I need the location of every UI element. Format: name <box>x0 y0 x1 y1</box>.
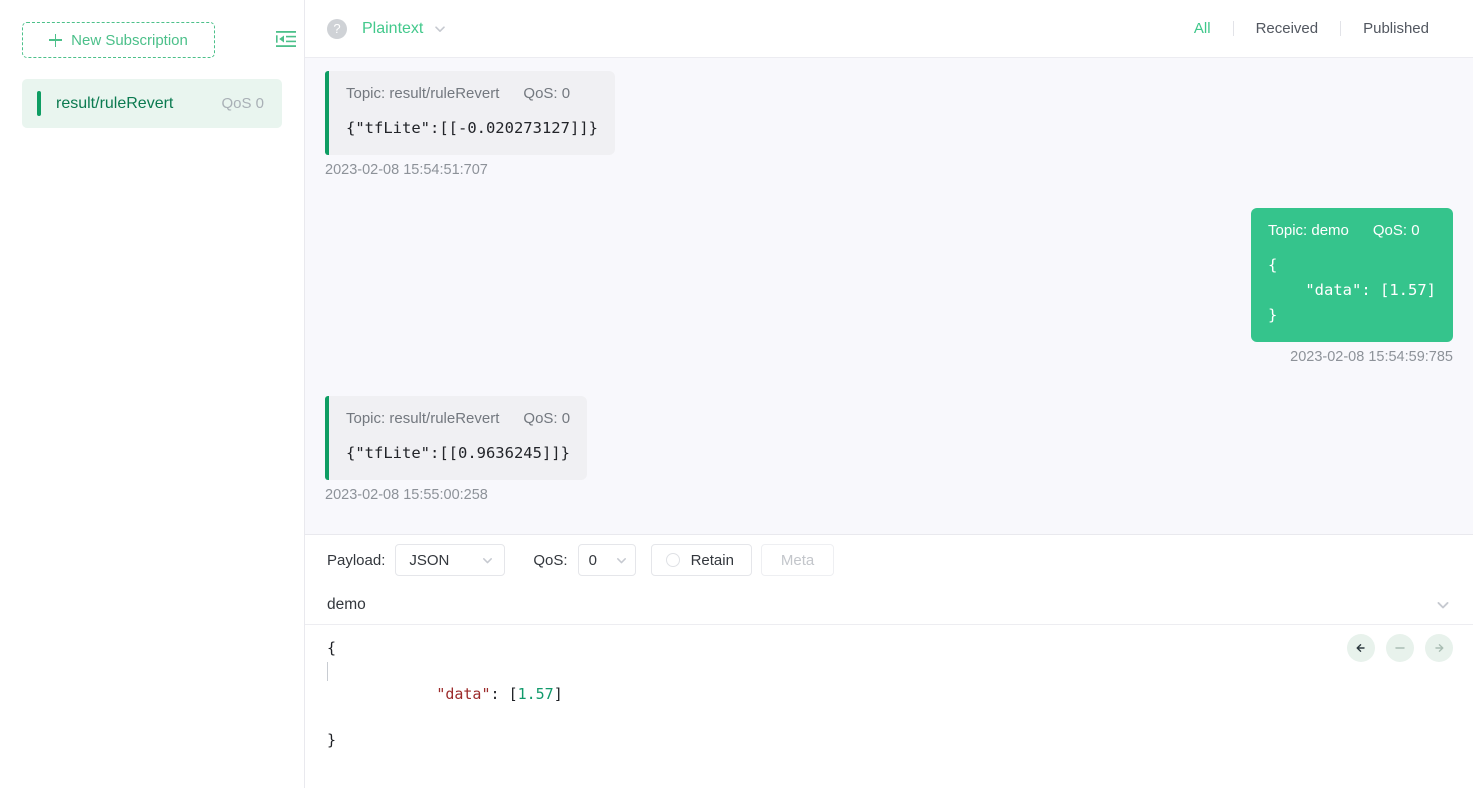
plus-icon <box>49 33 63 47</box>
chevron-down-icon <box>616 557 626 563</box>
message-toolbar: ? Plaintext All Received Published <box>305 0 1473 58</box>
message-payload: {"tfLite":[[-0.020273127]]} <box>346 119 598 137</box>
message-qos: QoS: 0 <box>1372 222 1420 239</box>
published-message-bubble[interactable]: Topic: demo QoS: 0 { "data": [1.57] } <box>1251 208 1453 342</box>
message-topic: Topic: result/ruleRevert <box>346 85 500 102</box>
retain-checkbox[interactable]: Retain <box>650 544 752 576</box>
message-header: Topic: demo QoS: 0 <box>1268 222 1436 239</box>
publish-toolbar: Payload: JSON QoS: 0 Retain Meta <box>305 535 1473 585</box>
code-number: 1.57 <box>517 685 554 703</box>
collapse-sidebar-icon[interactable] <box>275 28 297 50</box>
message-header: Topic: result/ruleRevert QoS: 0 <box>346 85 598 102</box>
publish-topic-row[interactable]: demo <box>305 585 1473 625</box>
publish-panel: Payload: JSON QoS: 0 Retain Meta demo {… <box>305 534 1473 788</box>
code-bracket-close: ] <box>553 685 563 703</box>
payload-type-label: Payload: <box>327 551 386 569</box>
qos-value: 0 <box>588 551 597 569</box>
publish-payload-editor[interactable]: { "data": [1.57] } <box>305 625 1473 788</box>
message-item: Topic: result/ruleRevert QoS: 0 {"tfLite… <box>325 396 1453 503</box>
subscription-qos: QoS 0 <box>221 95 264 112</box>
payload-type-select[interactable]: JSON <box>395 544 506 576</box>
message-list[interactable]: Topic: result/ruleRevert QoS: 0 {"tfLite… <box>305 58 1473 534</box>
editor-action-buttons <box>1347 634 1453 662</box>
qos-select[interactable]: 0 <box>577 544 636 576</box>
tab-all[interactable]: All <box>1172 20 1233 37</box>
tab-published[interactable]: Published <box>1341 20 1451 37</box>
code-bracket-open: [ <box>508 685 518 703</box>
main-area: ? Plaintext All Received Published Topic… <box>305 0 1473 788</box>
arrow-right-button[interactable] <box>1425 634 1453 662</box>
subscription-color-bar <box>37 91 41 116</box>
message-timestamp: 2023-02-08 15:54:59:785 <box>1290 349 1453 365</box>
chevron-down-icon <box>435 25 446 32</box>
code-brace-open: { <box>327 639 337 657</box>
code-line: { <box>327 637 1451 660</box>
message-payload: {"tfLite":[[0.9636245]]} <box>346 444 570 462</box>
message-qos: QoS: 0 <box>523 410 571 427</box>
message-header: Topic: result/ruleRevert QoS: 0 <box>346 410 570 427</box>
message-qos: QoS: 0 <box>523 85 571 102</box>
message-topic: Topic: demo <box>1268 222 1349 239</box>
minus-button <box>1386 634 1414 662</box>
payload-format-selector[interactable]: Plaintext <box>362 20 447 38</box>
message-filter-tabs: All Received Published <box>1172 20 1451 37</box>
new-subscription-label: New Subscription <box>71 31 188 49</box>
subscriptions-sidebar: New Subscription result/ruleRevert QoS 0 <box>0 0 305 788</box>
publish-topic-input[interactable]: demo <box>327 596 1435 614</box>
code-line: "data": [1.57] <box>327 660 1451 729</box>
received-message-bubble[interactable]: Topic: result/ruleRevert QoS: 0 {"tfLite… <box>325 396 588 480</box>
arrow-left-icon <box>1356 644 1365 652</box>
message-timestamp: 2023-02-08 15:54:51:707 <box>325 162 488 178</box>
message-item: Topic: result/ruleRevert QoS: 0 {"tfLite… <box>325 71 1453 178</box>
code-colon: : <box>490 685 509 703</box>
tab-received[interactable]: Received <box>1234 20 1341 37</box>
message-timestamp: 2023-02-08 15:55:00:258 <box>325 487 488 503</box>
meta-button[interactable]: Meta <box>760 544 835 576</box>
message-item: Topic: demo QoS: 0 { "data": [1.57] } 20… <box>325 208 1453 365</box>
arrow-left-button[interactable] <box>1347 634 1375 662</box>
help-icon[interactable]: ? <box>327 18 347 39</box>
message-payload: { "data": [1.57] } <box>1268 256 1436 324</box>
payload-type-value: JSON <box>409 551 450 569</box>
arrow-right-icon <box>1435 644 1444 652</box>
qos-label: QoS: <box>533 551 568 569</box>
code-key: "data" <box>436 685 491 703</box>
minus-icon <box>1395 647 1405 649</box>
received-message-bubble[interactable]: Topic: result/ruleRevert QoS: 0 {"tfLite… <box>325 71 615 155</box>
sidebar-item-subscription[interactable]: result/ruleRevert QoS 0 <box>22 79 282 128</box>
chevron-down-icon[interactable] <box>1435 597 1451 613</box>
code-brace-close: } <box>327 731 337 749</box>
retain-radio-icon <box>665 553 680 567</box>
retain-label: Retain <box>690 551 734 569</box>
subscription-topic: result/ruleRevert <box>56 94 174 112</box>
chevron-down-icon <box>483 557 493 563</box>
message-topic: Topic: result/ruleRevert <box>346 410 500 427</box>
code-line: } <box>327 729 1451 752</box>
indent-guide <box>327 662 328 681</box>
mqtt-client-window: New Subscription result/ruleRevert QoS 0… <box>0 0 1473 788</box>
payload-format-label: Plaintext <box>362 19 424 37</box>
new-subscription-button[interactable]: New Subscription <box>22 22 215 58</box>
collapse-sidebar-glyph <box>276 31 296 47</box>
